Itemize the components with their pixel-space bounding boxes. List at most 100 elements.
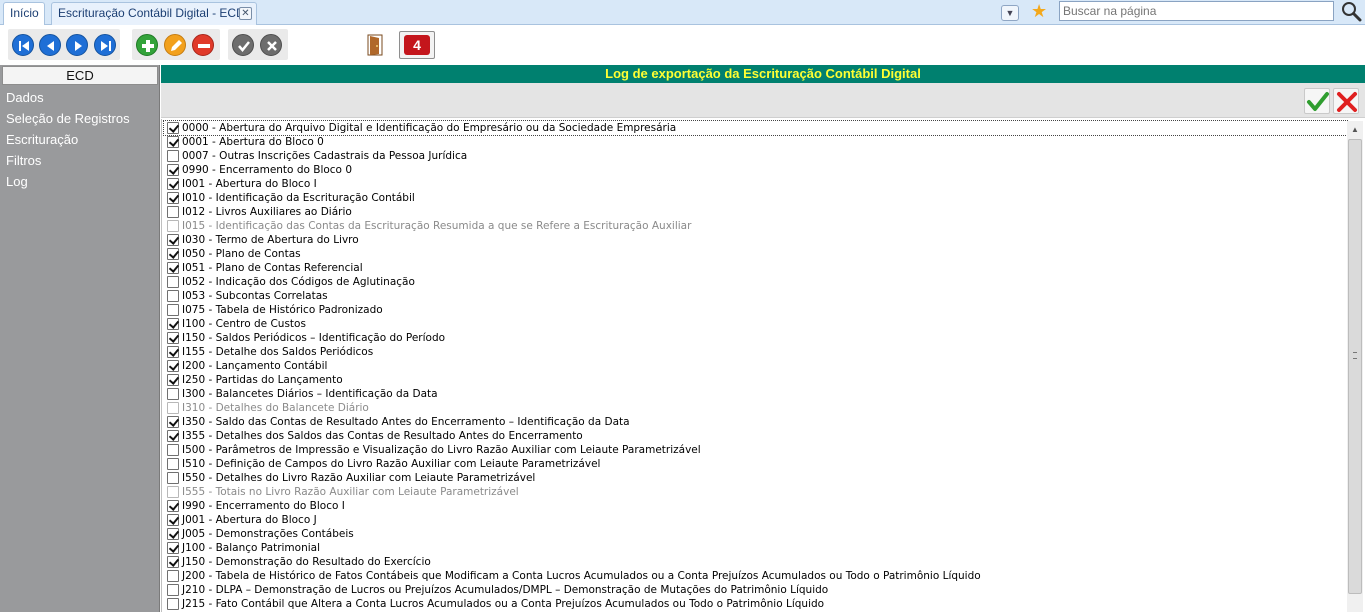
- register-checkbox[interactable]: [167, 472, 179, 484]
- register-row[interactable]: J215 - Fato Contábil que Altera a Conta …: [164, 597, 1347, 611]
- register-row[interactable]: J005 - Demonstrações Contábeis: [164, 527, 1347, 541]
- cancel-icon[interactable]: [260, 34, 282, 56]
- register-row[interactable]: I355 - Detalhes dos Saldos das Contas de…: [164, 429, 1347, 443]
- register-row[interactable]: J210 - DLPA – Demonstração de Lucros ou …: [164, 583, 1347, 597]
- register-row[interactable]: I075 - Tabela de Histórico Padronizado: [164, 303, 1347, 317]
- tab-list-dropdown-icon[interactable]: ▼: [1001, 5, 1019, 21]
- search-input[interactable]: [1059, 1, 1334, 21]
- tab-ecd[interactable]: Escrituração Contábil Digital - ECD ✕: [51, 2, 257, 25]
- confirm-export-button[interactable]: [1304, 88, 1330, 114]
- register-checkbox[interactable]: [167, 164, 179, 176]
- sidebar-item-selecao-registros[interactable]: Seleção de Registros: [6, 111, 130, 126]
- register-checkbox[interactable]: [167, 346, 179, 358]
- register-checkbox[interactable]: [167, 528, 179, 540]
- register-row[interactable]: I155 - Detalhe dos Saldos Periódicos: [164, 345, 1347, 359]
- register-row[interactable]: J200 - Tabela de Histórico de Fatos Cont…: [164, 569, 1347, 583]
- register-row[interactable]: I100 - Centro de Custos: [164, 317, 1347, 331]
- register-row[interactable]: I310 - Detalhes do Balancete Diário: [164, 401, 1347, 415]
- register-row[interactable]: 0001 - Abertura do Bloco 0: [164, 135, 1347, 149]
- remove-icon[interactable]: [192, 34, 214, 56]
- register-row[interactable]: I555 - Totais no Livro Razão Auxiliar co…: [164, 485, 1347, 499]
- register-label: J100 - Balanço Patrimonial: [182, 542, 321, 554]
- register-row[interactable]: J150 - Demonstração do Resultado do Exer…: [164, 555, 1347, 569]
- register-checkbox[interactable]: [167, 192, 179, 204]
- register-row[interactable]: I030 - Termo de Abertura do Livro: [164, 233, 1347, 247]
- register-checkbox[interactable]: [167, 262, 179, 274]
- register-row[interactable]: I250 - Partidas do Lançamento: [164, 373, 1347, 387]
- edit-icon[interactable]: [164, 34, 186, 56]
- register-label: I075 - Tabela de Histórico Padronizado: [182, 304, 383, 316]
- register-checkbox[interactable]: [167, 430, 179, 442]
- register-row[interactable]: I500 - Parâmetros de Impressão e Visuali…: [164, 443, 1347, 457]
- register-row[interactable]: I052 - Indicação dos Códigos de Aglutina…: [164, 275, 1347, 289]
- register-checkbox[interactable]: [167, 570, 179, 582]
- favorite-star-icon[interactable]: ★: [1031, 1, 1047, 22]
- register-checkbox[interactable]: [167, 514, 179, 526]
- register-row[interactable]: I051 - Plano de Contas Referencial: [164, 261, 1347, 275]
- register-checkbox[interactable]: [167, 178, 179, 190]
- register-row[interactable]: I990 - Encerramento do Bloco I: [164, 499, 1347, 513]
- register-row[interactable]: I550 - Detalhes do Livro Razão Auxiliar …: [164, 471, 1347, 485]
- register-label: I550 - Detalhes do Livro Razão Auxiliar …: [182, 472, 536, 484]
- register-checkbox[interactable]: [167, 332, 179, 344]
- register-checkbox[interactable]: [167, 598, 179, 610]
- last-record-icon[interactable]: [94, 34, 116, 56]
- register-row[interactable]: 0990 - Encerramento do Bloco 0: [164, 163, 1347, 177]
- next-record-icon[interactable]: [66, 34, 88, 56]
- add-icon[interactable]: [136, 34, 158, 56]
- register-row[interactable]: J100 - Balanço Patrimonial: [164, 541, 1347, 555]
- register-checkbox[interactable]: [167, 276, 179, 288]
- sidebar-item-filtros[interactable]: Filtros: [6, 153, 41, 168]
- register-checkbox[interactable]: [167, 234, 179, 246]
- vertical-scrollbar[interactable]: ▲: [1347, 121, 1363, 612]
- company-logo-icon[interactable]: 4: [399, 31, 435, 59]
- register-checkbox[interactable]: [167, 150, 179, 162]
- sidebar-item-log[interactable]: Log: [6, 174, 28, 189]
- register-row[interactable]: I200 - Lançamento Contábil: [164, 359, 1347, 373]
- register-row[interactable]: I001 - Abertura do Bloco I: [164, 177, 1347, 191]
- register-checkbox[interactable]: [167, 388, 179, 400]
- register-list-panel: 0000 - Abertura do Arquivo Digital e Ide…: [161, 119, 1365, 612]
- register-row[interactable]: I050 - Plano de Contas: [164, 247, 1347, 261]
- register-row[interactable]: I300 - Balancetes Diários – Identificaçã…: [164, 387, 1347, 401]
- sidebar-item-dados[interactable]: Dados: [6, 90, 44, 105]
- register-checkbox[interactable]: [167, 206, 179, 218]
- tab-home[interactable]: Início: [3, 2, 45, 25]
- register-row[interactable]: I350 - Saldo das Contas de Resultado Ant…: [164, 415, 1347, 429]
- register-checkbox[interactable]: [167, 318, 179, 330]
- register-checkbox[interactable]: [167, 416, 179, 428]
- register-checkbox[interactable]: [167, 458, 179, 470]
- register-row[interactable]: J001 - Abertura do Bloco J: [164, 513, 1347, 527]
- close-tab-icon[interactable]: ✕: [239, 7, 252, 20]
- scroll-thumb[interactable]: [1348, 139, 1362, 594]
- cancel-export-button[interactable]: [1333, 88, 1359, 114]
- register-checkbox[interactable]: [167, 542, 179, 554]
- register-row[interactable]: I015 - Identificação das Contas da Escri…: [164, 219, 1347, 233]
- scroll-up-icon[interactable]: ▲: [1347, 121, 1363, 138]
- register-row[interactable]: 0007 - Outras Inscrições Cadastrais da P…: [164, 149, 1347, 163]
- register-row[interactable]: I053 - Subcontas Correlatas: [164, 289, 1347, 303]
- register-checkbox[interactable]: [167, 374, 179, 386]
- sidebar-item-escrituracao[interactable]: Escrituração: [6, 132, 78, 147]
- search-icon[interactable]: [1340, 0, 1362, 22]
- register-row[interactable]: I510 - Definição de Campos do Livro Razã…: [164, 457, 1347, 471]
- confirm-icon[interactable]: [232, 34, 254, 56]
- register-checkbox[interactable]: [167, 360, 179, 372]
- register-checkbox[interactable]: [167, 584, 179, 596]
- register-row[interactable]: I010 - Identificação da Escrituração Con…: [164, 191, 1347, 205]
- register-row[interactable]: I012 - Livros Auxiliares ao Diário: [164, 205, 1347, 219]
- register-label: I015 - Identificação das Contas da Escri…: [182, 220, 692, 232]
- register-checkbox[interactable]: [167, 444, 179, 456]
- register-checkbox[interactable]: [167, 290, 179, 302]
- previous-record-icon[interactable]: [39, 34, 61, 56]
- register-checkbox[interactable]: [167, 136, 179, 148]
- register-checkbox[interactable]: [167, 556, 179, 568]
- register-checkbox[interactable]: [167, 304, 179, 316]
- register-checkbox[interactable]: [167, 122, 179, 134]
- register-checkbox[interactable]: [167, 248, 179, 260]
- register-row[interactable]: I150 - Saldos Periódicos – Identificação…: [164, 331, 1347, 345]
- register-checkbox[interactable]: [167, 500, 179, 512]
- door-icon[interactable]: [367, 34, 384, 56]
- register-row[interactable]: 0000 - Abertura do Arquivo Digital e Ide…: [163, 120, 1348, 136]
- first-record-icon[interactable]: [12, 34, 34, 56]
